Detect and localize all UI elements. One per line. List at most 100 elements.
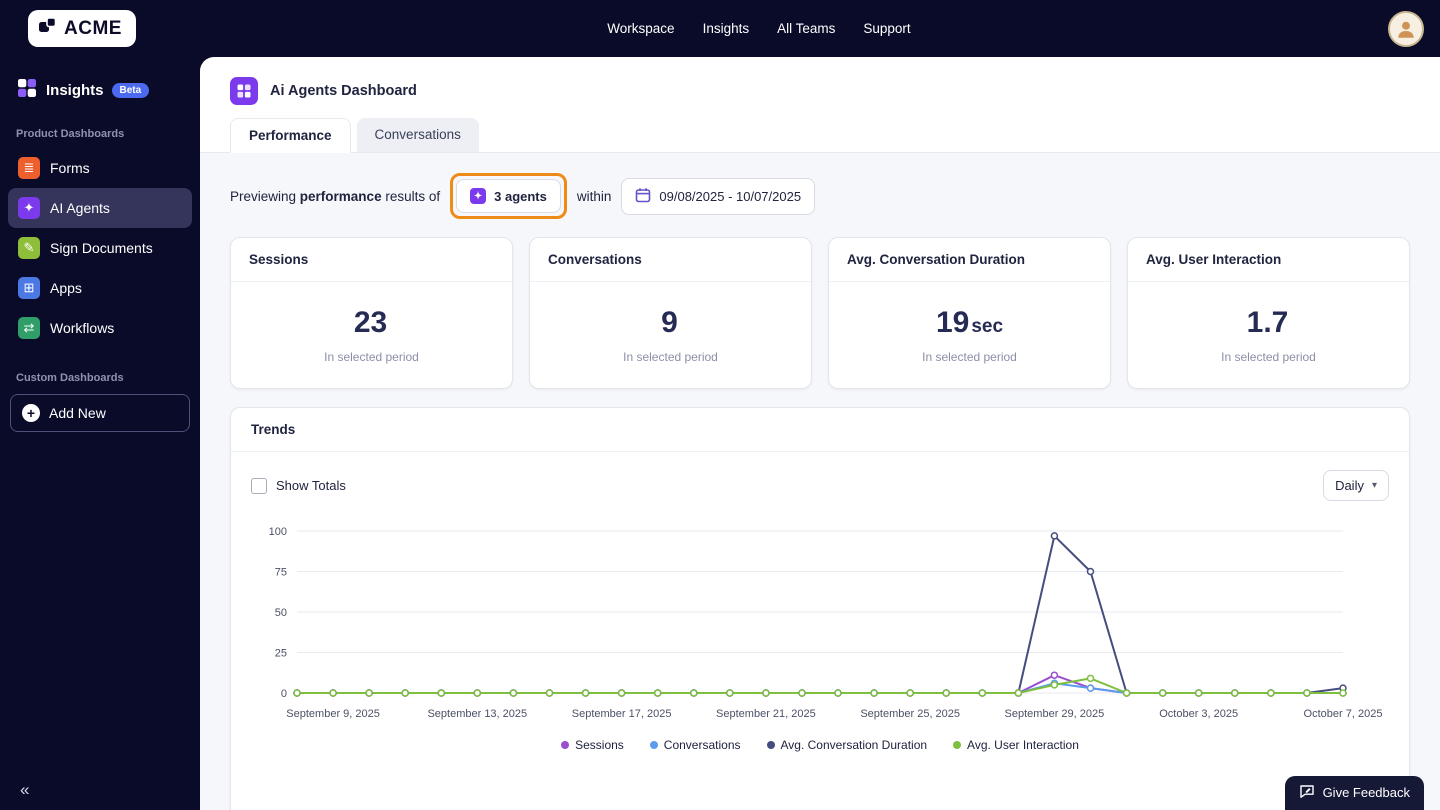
apps-icon: ⊞ — [18, 277, 40, 299]
stat-title: Sessions — [231, 238, 512, 282]
show-totals-label: Show Totals — [276, 478, 346, 493]
sidebar-item-forms[interactable]: ≣ Forms — [8, 148, 192, 188]
top-nav: Workspace Insights All Teams Support — [607, 21, 910, 36]
stat-subtitle: In selected period — [922, 350, 1017, 364]
nav-link-all-teams[interactable]: All Teams — [777, 21, 835, 36]
feedback-icon — [1299, 783, 1315, 802]
within-label: within — [576, 188, 612, 204]
collapse-sidebar-icon[interactable]: « — [20, 780, 29, 800]
sidebar-item-sign-documents[interactable]: ✎ Sign Documents — [8, 228, 192, 268]
sidebar-header: Insights Beta — [0, 57, 200, 104]
stat-title: Conversations — [530, 238, 811, 282]
stat-card-avg-user-interaction: Avg. User Interaction 1.7 In selected pe… — [1127, 237, 1410, 389]
svg-text:September 25, 2025: September 25, 2025 — [860, 708, 960, 720]
add-new-button[interactable]: + Add New — [10, 394, 190, 432]
section-custom-dashboards: Custom Dashboards — [16, 372, 124, 384]
tab-panel-performance: Previewing performance results of ✦ 3 ag… — [200, 153, 1440, 810]
date-range-button[interactable]: 09/08/2025 - 10/07/2025 — [621, 177, 816, 215]
page-title: Ai Agents Dashboard — [270, 83, 417, 99]
stat-cards-row: Sessions 23 In selected period Conversat… — [230, 237, 1410, 389]
sidebar-item-label: Forms — [50, 160, 90, 176]
legend-item: Avg. User Interaction — [953, 738, 1079, 752]
nav-link-workspace[interactable]: Workspace — [607, 21, 674, 36]
sidebar-item-ai-agents[interactable]: ✦ AI Agents — [8, 188, 192, 228]
acme-logo[interactable]: ACME — [28, 10, 136, 47]
nav-link-insights[interactable]: Insights — [703, 21, 750, 36]
show-totals-checkbox[interactable] — [251, 477, 267, 494]
nav-link-support[interactable]: Support — [863, 21, 910, 36]
sparkle-icon: ✦ — [470, 188, 487, 204]
svg-text:September 9, 2025: September 9, 2025 — [286, 708, 380, 720]
show-totals-toggle[interactable]: Show Totals — [251, 477, 346, 494]
stat-title: Avg. User Interaction — [1128, 238, 1409, 282]
tab-bar: Performance Conversations — [200, 118, 1440, 153]
legend-item: Sessions — [561, 738, 624, 752]
dashboard-header: Ai Agents Dashboard — [200, 57, 1440, 118]
legend-dot — [766, 741, 775, 749]
svg-text:50: 50 — [275, 607, 287, 619]
svg-text:September 29, 2025: September 29, 2025 — [1005, 708, 1105, 720]
svg-text:75: 75 — [275, 567, 287, 579]
sidebar-item-label: Workflows — [50, 320, 115, 336]
legend-item: Conversations — [649, 738, 741, 752]
forms-icon: ≣ — [18, 157, 40, 179]
svg-text:0: 0 — [281, 688, 287, 700]
tab-performance[interactable]: Performance — [230, 118, 351, 153]
sidebar-item-label: Apps — [50, 280, 82, 296]
trend-chart: 0 25 50 75 100 September 9, 2025 September 13,… — [269, 526, 1383, 720]
trend-chart-area: 0 25 50 75 100 September 9, 2025 September 13,… — [231, 505, 1409, 736]
stat-value: 23 — [353, 306, 388, 339]
svg-text:September 13, 2025: September 13, 2025 — [427, 708, 527, 720]
stat-subtitle: In selected period — [623, 350, 718, 364]
calendar-icon — [635, 187, 651, 206]
give-feedback-button[interactable]: Give Feedback — [1284, 776, 1424, 810]
workflows-icon: ⇄ — [18, 317, 40, 339]
ai-agents-icon: ✦ — [18, 197, 40, 219]
stat-card-conversations: Conversations 9 In selected period — [529, 237, 812, 389]
legend-item: Avg. Conversation Duration — [766, 738, 927, 752]
sidebar-title: Insights — [46, 82, 104, 99]
stat-card-sessions: Sessions 23 In selected period — [230, 237, 513, 389]
preview-bar: Previewing performance results of ✦ 3 ag… — [230, 173, 1410, 219]
stat-value: 9 — [661, 306, 678, 339]
stat-subtitle: In selected period — [324, 350, 419, 364]
granularity-select[interactable]: Daily ▾ — [1323, 470, 1389, 501]
agents-selector-button[interactable]: ✦ 3 agents — [456, 179, 561, 213]
feedback-label: Give Feedback — [1322, 785, 1410, 800]
svg-text:25: 25 — [275, 648, 287, 660]
svg-text:September 17, 2025: September 17, 2025 — [572, 708, 672, 720]
topbar: ACME Workspace Insights All Teams Support — [0, 0, 1440, 57]
sidebar-item-workflows[interactable]: ⇄ Workflows — [8, 308, 192, 348]
annotation-highlight: ✦ 3 agents — [450, 173, 567, 219]
sidebar-item-label: AI Agents — [50, 200, 110, 216]
add-new-label: Add New — [49, 405, 106, 421]
stat-subtitle: In selected period — [1221, 350, 1316, 364]
user-avatar[interactable] — [1388, 10, 1424, 47]
svg-text:September 21, 2025: September 21, 2025 — [716, 708, 816, 720]
stat-card-avg-conversation-duration: Avg. Conversation Duration 19 sec In sele… — [828, 237, 1111, 389]
sidebar-item-label: Sign Documents — [50, 240, 153, 256]
legend-dot — [561, 741, 570, 749]
legend-dot — [953, 741, 962, 749]
acme-logo-icon — [38, 16, 58, 41]
stat-value: 19 — [935, 306, 970, 339]
preview-text: Previewing performance results of — [230, 188, 441, 204]
stat-value: 1.7 — [1246, 306, 1289, 339]
chevron-down-icon: ▾ — [1371, 480, 1377, 491]
insights-icon — [16, 77, 38, 104]
chart-legend: Sessions Conversations Avg. Conversation D… — [231, 738, 1409, 752]
beta-badge: Beta — [111, 83, 150, 98]
tab-conversations[interactable]: Conversations — [356, 118, 479, 152]
sidebar-item-apps[interactable]: ⊞ Apps — [8, 268, 192, 308]
legend-dot — [649, 741, 658, 749]
section-product-dashboards: Product Dashboards — [16, 128, 125, 140]
svg-text:October 3, 2025: October 3, 2025 — [1159, 708, 1238, 720]
plus-icon: + — [22, 404, 40, 422]
trends-card: Trends Show Totals Daily ▾ 0 25 50 75 100 Sep… — [230, 407, 1410, 810]
main-panel: Ai Agents Dashboard Performance Conversa… — [200, 57, 1440, 810]
trends-title: Trends — [231, 408, 1409, 452]
person-icon — [1398, 21, 1414, 38]
stat-title: Avg. Conversation Duration — [829, 238, 1110, 282]
sign-documents-icon: ✎ — [18, 237, 40, 259]
sidebar: Insights Beta Product Dashboards ≣ Forms… — [0, 57, 200, 810]
